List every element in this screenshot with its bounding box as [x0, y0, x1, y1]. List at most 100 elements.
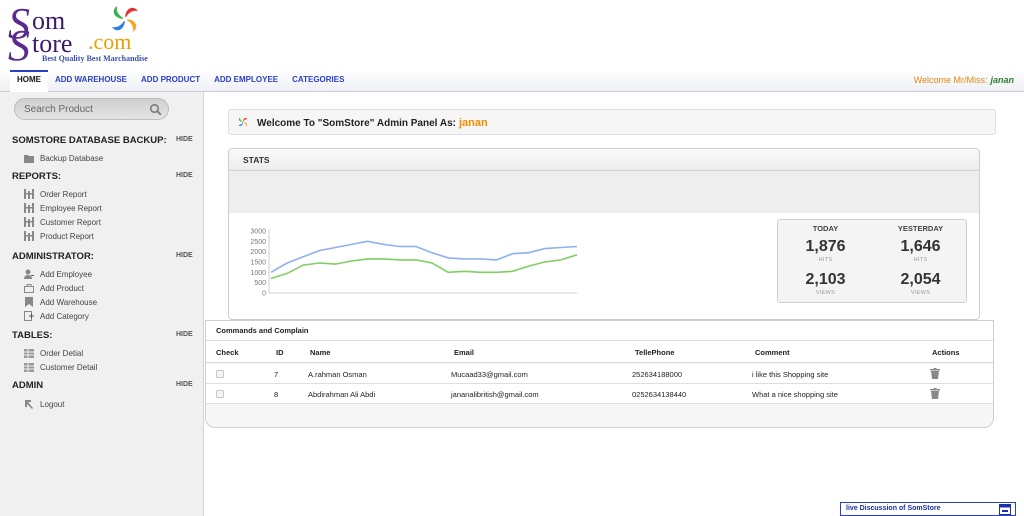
nav-add-employee[interactable]: ADD EMPLOYEE — [207, 70, 285, 92]
search-input[interactable] — [24, 102, 144, 117]
sidebar-item-label: Backup Database — [40, 153, 104, 163]
sidebar-item-add-employee[interactable]: Add Employee — [24, 268, 92, 280]
cell-comment: i like this Shopping site — [752, 370, 829, 379]
row-checkbox[interactable] — [216, 390, 224, 398]
col-id: ID — [276, 348, 284, 357]
section-admin: ADMIN — [12, 380, 44, 391]
sidebar-item-add-category[interactable]: Add Category — [24, 310, 89, 322]
sidebar-item-label: Customer Detail — [40, 362, 98, 372]
stats-title: STATS — [243, 155, 270, 165]
today-views-label: VIEWS — [815, 290, 836, 296]
cell-id: 7 — [274, 370, 279, 379]
section-tables: TABLES: — [12, 330, 53, 341]
yesterday-views-value: 2,054 — [900, 271, 941, 288]
chart-y-tick-label: 2500 — [250, 239, 266, 246]
chart-series-line-2 — [270, 254, 578, 280]
yesterday-hits-value: 1,646 — [900, 238, 941, 255]
table-icon — [24, 348, 34, 358]
yesterday-hits-label: HITS — [913, 257, 928, 263]
sidebar-item-backup-database[interactable]: Backup Database — [24, 152, 103, 164]
chart-y-tick-label: 0 — [262, 291, 266, 298]
sidebar-item-product-report[interactable]: Product Report — [24, 230, 94, 242]
sidebar-item-order-report[interactable]: Order Report — [24, 188, 87, 200]
today-column: TODAY 1,876 HITS 2,103 VIEWS — [778, 220, 873, 304]
today-views-value: 2,103 — [805, 271, 846, 288]
cell-email: jananalibritish@gmail.com — [451, 390, 539, 399]
hide-backup-button[interactable]: HIDE — [176, 136, 193, 143]
sidebar-item-order-detail[interactable]: Order Detial — [24, 347, 83, 359]
cell-name: A.rahman Osman — [308, 370, 367, 379]
sidebar-item-customer-report[interactable]: Customer Report — [24, 216, 101, 228]
live-discussion-bar[interactable]: live Discussion of SomStore — [840, 502, 1016, 516]
somstore-logo[interactable]: S om S tore .com Best Quality Best March… — [8, 2, 168, 68]
folder-icon — [24, 153, 34, 163]
welcome-username: janan — [990, 75, 1014, 85]
report-icon — [24, 189, 34, 199]
stats-panel: STATS 3000 2500 2000 1500 1000 500 0 TODAY 1,8… — [228, 148, 980, 320]
nav-categories[interactable]: CATEGORIES — [285, 70, 351, 92]
cell-name: Abdirahman Ali Abdi — [308, 390, 376, 399]
sidebar: SOMSTORE DATABASE BACKUP: HIDE Backup Da… — [0, 92, 204, 516]
sidebar-item-logout[interactable]: Logout — [24, 398, 64, 410]
chart-y-tick-label: 2000 — [250, 249, 266, 256]
cell-email: Mucaad33@gmail.com — [451, 370, 528, 379]
chart-series-line-1 — [270, 240, 578, 273]
welcome-label: Welcome Mr/Miss: — [913, 75, 988, 85]
chart-y-tick-label: 3000 — [250, 229, 266, 236]
section-reports: REPORTS: — [12, 171, 62, 182]
hide-admin-button[interactable]: HIDE — [176, 381, 193, 388]
col-telephone: TellePhone — [635, 348, 675, 357]
search-box — [14, 98, 169, 120]
sidebar-item-employee-report[interactable]: Employee Report — [24, 202, 102, 214]
cell-id: 8 — [274, 390, 279, 399]
today-hits-value: 1,876 — [805, 238, 846, 255]
chart-y-tick-label: 1000 — [250, 270, 266, 277]
sidebar-item-label: Order Detial — [40, 348, 84, 358]
sidebar-item-add-warehouse[interactable]: Add Warehouse — [24, 296, 97, 308]
welcome-message-user: janan — [458, 117, 488, 129]
user-add-icon — [24, 269, 34, 279]
hide-reports-button[interactable]: HIDE — [176, 172, 193, 179]
table-row: 7 A.rahman Osman Mucaad33@gmail.com 2526… — [206, 364, 993, 384]
trash-icon[interactable] — [930, 368, 940, 379]
bookmark-icon — [24, 297, 34, 307]
header-banner: S om S tore .com Best Quality Best March… — [0, 0, 1024, 72]
welcome-message: Welcome To "SomStore" Admin Panel As: jan… — [257, 117, 488, 129]
col-comment: Comment — [755, 348, 790, 357]
live-discussion-label: live Discussion of SomStore — [846, 505, 941, 512]
yesterday-column: YESTERDAY 1,646 HITS 2,054 VIEWS — [873, 220, 968, 304]
hits-line-chart: 3000 2500 2000 1500 1000 500 0 — [250, 229, 578, 298]
trash-icon[interactable] — [930, 388, 940, 399]
sidebar-item-add-product[interactable]: Add Product — [24, 282, 84, 294]
sidebar-item-customer-detail[interactable]: Customer Detail — [24, 361, 97, 373]
table-icon — [24, 362, 34, 372]
nav-add-product[interactable]: ADD PRODUCT — [134, 70, 207, 92]
nav-add-warehouse[interactable]: ADD WAREHOUSE — [48, 70, 134, 92]
report-icon — [24, 231, 34, 241]
welcome-panel: Welcome To "SomStore" Admin Panel As: jan… — [228, 109, 996, 135]
chart-y-tick-label: 1500 — [250, 260, 266, 267]
row-checkbox[interactable] — [216, 370, 224, 378]
sidebar-item-label: Order Report — [40, 189, 87, 199]
hide-administrator-button[interactable]: HIDE — [176, 252, 193, 259]
logo-swirl-icon — [238, 117, 248, 127]
welcome-user-text: Welcome Mr/Miss: janan — [914, 75, 1014, 85]
col-name: Name — [310, 348, 331, 357]
table-row: 8 Abdirahman Ali Abdi jananalibritish@gm… — [206, 384, 993, 404]
nav-home[interactable]: HOME — [10, 70, 48, 92]
col-check: Check — [216, 348, 239, 357]
hide-tables-button[interactable]: HIDE — [176, 331, 193, 338]
stats-band — [229, 171, 979, 213]
sidebar-item-label: Logout — [40, 399, 65, 409]
sidebar-item-label: Product Report — [40, 231, 94, 241]
hit-counter-box: TODAY 1,876 HITS 2,103 VIEWS YESTERDAY 1… — [777, 219, 967, 303]
yesterday-views-label: VIEWS — [910, 290, 931, 296]
commands-header: Commands and Complain — [206, 321, 993, 341]
sidebar-item-label: Add Product — [40, 283, 85, 293]
search-icon[interactable] — [149, 103, 162, 116]
report-icon — [24, 217, 34, 227]
today-label: TODAY — [812, 224, 839, 233]
welcome-message-text: Welcome To "SomStore" Admin Panel As: — [257, 118, 456, 129]
table-header-row: Check ID Name Email TellePhone Comment A… — [206, 341, 993, 363]
main-nav: HOME ADD WAREHOUSE ADD PRODUCT ADD EMPLO… — [10, 70, 351, 92]
